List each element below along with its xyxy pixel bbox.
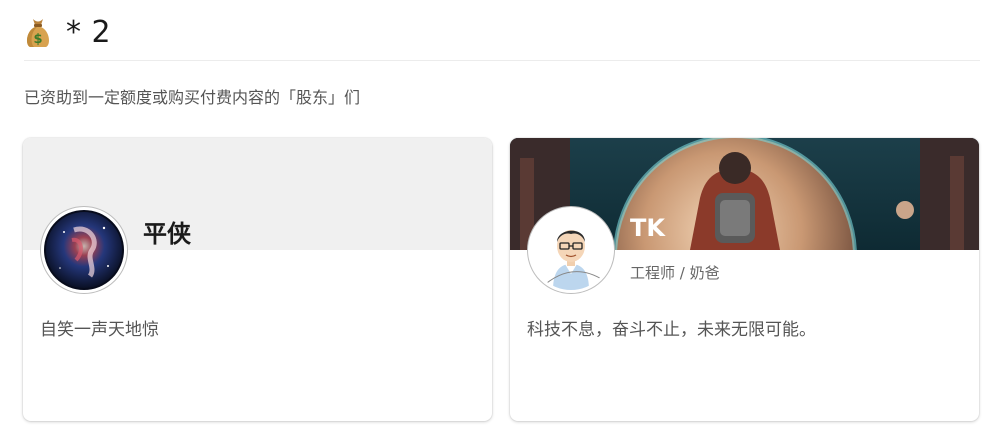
shareholder-count: * 2 <box>66 14 112 50</box>
avatar[interactable] <box>40 206 128 294</box>
shareholder-bio: 科技不息，奋斗不止，未来无限可能。 <box>527 320 816 340</box>
shareholder-name[interactable]: TK <box>630 214 665 242</box>
shareholder-card-1[interactable]: 平侠 自笑一声天地惊 <box>23 138 492 421</box>
avatar[interactable] <box>527 206 615 294</box>
shareholder-card-2[interactable]: TK 工程师 / 奶爸 科技不息，奋斗不止，未来无限可能。 <box>510 138 979 421</box>
header-divider <box>24 60 980 61</box>
page-subtitle: 已资助到一定额度或购买付费内容的「股东」们 <box>24 88 361 107</box>
page-header: $ * 2 <box>24 12 111 52</box>
galaxy-avatar-image <box>44 210 124 290</box>
shareholder-role: 工程师 / 奶爸 <box>630 264 720 282</box>
cartoon-man-avatar-image <box>531 210 611 290</box>
svg-text:$: $ <box>33 32 42 47</box>
money-bag-icon: $ <box>27 19 49 47</box>
shareholder-bio: 自笑一声天地惊 <box>40 320 159 340</box>
shareholder-name[interactable]: 平侠 <box>143 214 191 249</box>
